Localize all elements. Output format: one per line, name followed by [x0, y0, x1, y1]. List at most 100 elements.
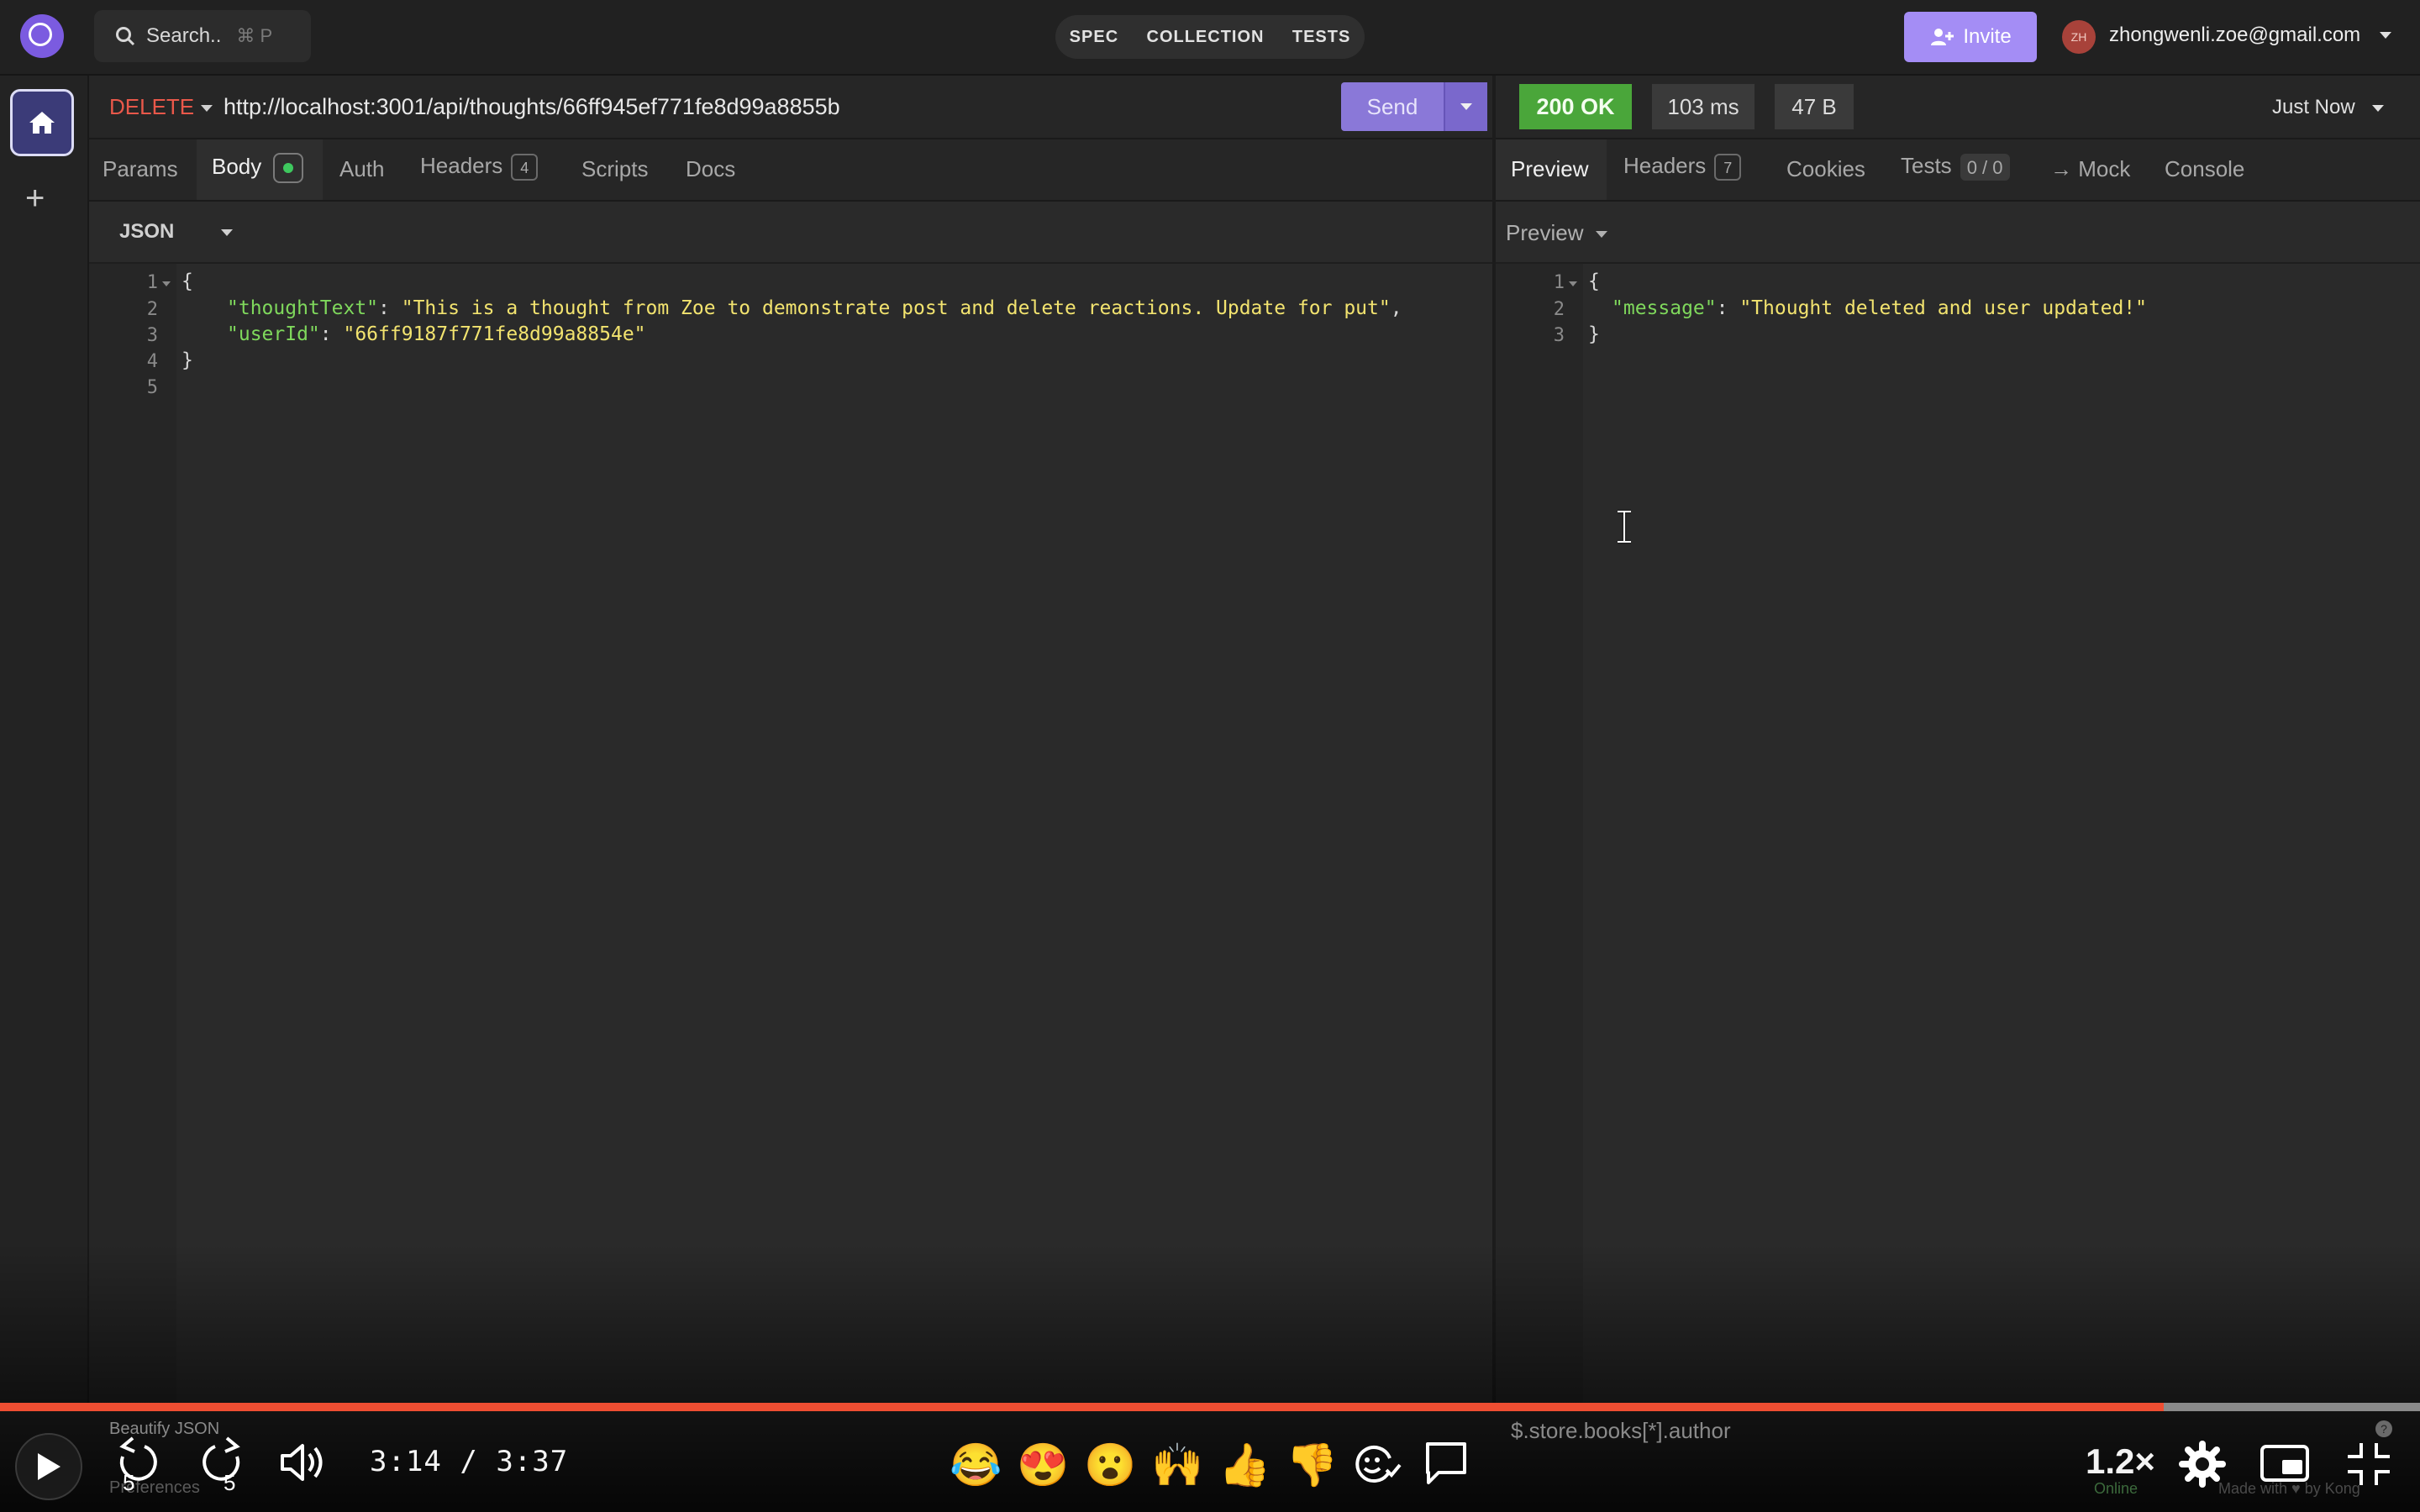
tab-tests[interactable]: Tests 0 / 0 [1901, 153, 2010, 181]
tab-scripts[interactable]: Scripts [581, 156, 648, 182]
url-input[interactable]: http://localhost:3001/api/thoughts/66ff9… [224, 94, 840, 120]
reaction-laugh-button[interactable]: 😂 [950, 1440, 1002, 1490]
playback-speed-button[interactable]: 1.2× [2086, 1441, 2155, 1482]
home-icon [29, 112, 55, 134]
tab-cookies[interactable]: Cookies [1786, 156, 1865, 182]
tab-mock[interactable]: → Mock [2050, 156, 2130, 182]
home-button[interactable] [10, 89, 74, 156]
send-label: Send [1366, 93, 1418, 119]
invite-button[interactable]: Invite [1904, 12, 2037, 62]
reaction-celebrate-button[interactable]: 🙌 [1151, 1440, 1203, 1490]
tab-body[interactable]: Body [212, 153, 304, 183]
tab-response-headers[interactable]: Headers 7 [1623, 153, 1742, 181]
account-email[interactable]: zhongwenli.zoe@gmail.com [2109, 24, 2360, 47]
fast-forward-icon: 5 [203, 1436, 240, 1495]
send-button[interactable]: Send [1341, 82, 1487, 131]
line-number: 3 [146, 325, 158, 346]
fold-arrow-icon[interactable] [1568, 281, 1578, 287]
code-line: "userId": "66ff9187f771fe8d99a8854e" [227, 323, 646, 345]
body-format-select[interactable]: JSON [119, 220, 174, 244]
avatar[interactable]: ZH [2062, 20, 2096, 54]
help-icon[interactable]: ? [2375, 1420, 2393, 1438]
exit-fullscreen-button[interactable] [2344, 1440, 2393, 1488]
json-key: "thoughtText" [227, 297, 379, 319]
preview-mode-select[interactable]: Preview [1506, 220, 1583, 246]
response-size-badge: 47 B [1775, 84, 1854, 129]
preview-mode-bar [1496, 202, 2420, 264]
json-string: "Thought deleted and user updated!" [1739, 297, 2147, 319]
mode-switcher: SPEC COLLECTION TESTS [1055, 15, 1365, 59]
search-icon [116, 27, 135, 46]
tab-preview[interactable]: Preview [1511, 156, 1588, 182]
headers-count-badge: 4 [511, 154, 539, 181]
volume-icon [281, 1444, 323, 1481]
volume-button[interactable] [277, 1441, 329, 1483]
video-progress-fill [0, 1403, 2164, 1411]
reaction-wow-button[interactable]: 😮 [1084, 1440, 1136, 1490]
picture-in-picture-button[interactable] [2259, 1443, 2311, 1485]
reaction-love-button[interactable]: 😍 [1017, 1440, 1069, 1490]
response-body-viewer[interactable] [1583, 264, 2420, 1406]
chevron-down-icon[interactable] [220, 228, 234, 237]
video-timecode: 3:14 / 3:37 [370, 1445, 569, 1478]
method-select[interactable]: DELETE [109, 94, 194, 120]
code-line: { [1588, 270, 1600, 292]
rewind-icon: 5 [119, 1436, 157, 1495]
settings-button[interactable] [2178, 1440, 2227, 1488]
line-number: 1 [146, 272, 158, 293]
search-button[interactable]: Search.. ⌘ P [94, 10, 311, 62]
search-shortcut: ⌘ P [236, 25, 273, 46]
reaction-thumbs-up-button[interactable]: 👍 [1218, 1440, 1270, 1490]
code-line: "thoughtText": "This is a thought from Z… [227, 297, 1402, 319]
skip-back-button[interactable]: 5 [111, 1435, 165, 1499]
code-line: { [182, 270, 193, 292]
code-line: } [1588, 323, 1600, 345]
skip-back-seconds: 5 [123, 1470, 134, 1495]
tab-collection[interactable]: COLLECTION [1147, 28, 1265, 47]
tab-tests[interactable]: TESTS [1292, 28, 1350, 47]
text-cursor-icon [1618, 509, 1631, 544]
body-active-indicator [273, 153, 304, 183]
history-select[interactable]: Just Now [2272, 96, 2355, 119]
tab-params[interactable]: Params [103, 156, 178, 182]
send-options-button[interactable] [1444, 82, 1487, 131]
request-body-editor[interactable] [176, 264, 1492, 1406]
response-filter-input[interactable]: $.store.books[*].author [1511, 1418, 1731, 1444]
online-status: Online [2094, 1480, 2139, 1497]
headers-count-badge: 7 [1714, 154, 1742, 181]
comment-button[interactable] [1423, 1440, 1469, 1488]
response-time-badge: 103 ms [1652, 84, 1754, 129]
json-string: "66ff9187f771fe8d99a8854e" [343, 323, 646, 345]
tab-docs[interactable]: Docs [686, 156, 735, 182]
time-current: 3:14 [370, 1445, 442, 1478]
line-number: 3 [1553, 325, 1565, 346]
json-key: "message" [1612, 297, 1717, 319]
json-key: "userId" [227, 323, 320, 345]
line-number-gutter [1496, 264, 1583, 1406]
line-number: 5 [146, 377, 158, 398]
tab-headers[interactable]: Headers 4 [420, 153, 539, 181]
tab-headers-label: Headers [420, 153, 503, 178]
chevron-down-icon[interactable] [200, 104, 213, 113]
skip-forward-button[interactable]: 5 [195, 1435, 249, 1499]
add-reaction-button[interactable] [1353, 1441, 1403, 1488]
line-number: 1 [1553, 272, 1565, 293]
add-icon[interactable]: + [25, 180, 45, 218]
svg-text:?: ? [2381, 1422, 2387, 1436]
fold-arrow-icon[interactable] [161, 281, 171, 287]
time-total: 3:37 [496, 1445, 569, 1478]
chevron-down-icon[interactable] [2378, 30, 2393, 40]
tab-console[interactable]: Console [2165, 156, 2244, 182]
body-format-bar [89, 202, 1492, 264]
chevron-down-icon[interactable] [2371, 104, 2385, 113]
tab-auth[interactable]: Auth [339, 156, 385, 182]
video-overlay-gradient [0, 1243, 2420, 1512]
json-string: "This is a thought from Zoe to demonstra… [401, 297, 1391, 319]
play-button[interactable] [15, 1433, 82, 1500]
reaction-thumbs-down-button[interactable]: 👎 [1286, 1440, 1338, 1490]
app-logo-icon[interactable] [20, 14, 64, 58]
chevron-down-icon[interactable] [1595, 230, 1608, 239]
tab-spec[interactable]: SPEC [1070, 28, 1118, 47]
code-line: } [182, 349, 193, 371]
tests-count-badge: 0 / 0 [1960, 154, 2010, 181]
